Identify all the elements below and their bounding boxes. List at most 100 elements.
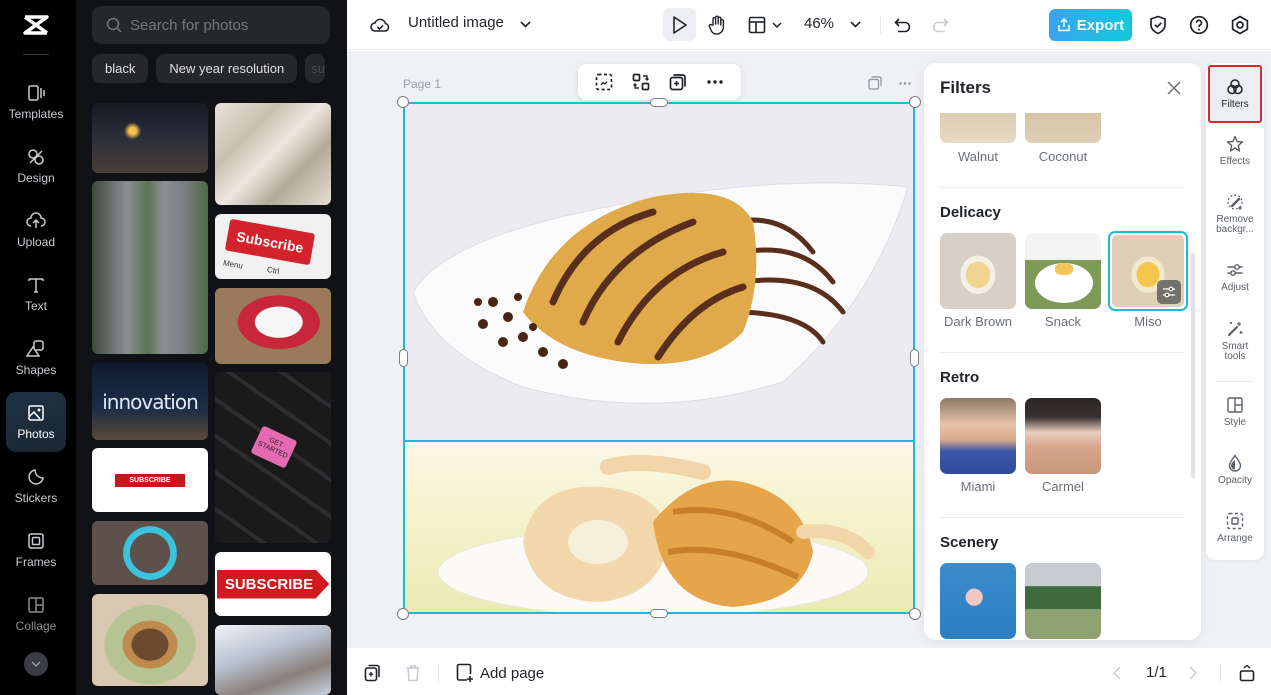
- page-more-button[interactable]: [896, 74, 914, 92]
- photos-icon: [28, 405, 44, 421]
- export-button[interactable]: Export: [1049, 9, 1132, 41]
- help-icon: [1189, 15, 1209, 35]
- photo-search-box[interactable]: [92, 6, 330, 44]
- pancake-shape: [1055, 263, 1073, 275]
- filters-scrollbar[interactable]: [1191, 253, 1195, 478]
- resize-handle-top-right[interactable]: [909, 96, 921, 108]
- duplicate-button[interactable]: [666, 70, 690, 94]
- filter-miso[interactable]: [1108, 231, 1188, 311]
- resize-handle-bottom-left[interactable]: [397, 608, 409, 620]
- bottom-bar: Add page 1/1: [347, 649, 1271, 695]
- photo-veggie-burger[interactable]: [92, 594, 208, 686]
- help-button[interactable]: [1187, 13, 1211, 37]
- photo-subscribe-key[interactable]: Subscribe Menu Ctrl: [215, 214, 331, 279]
- nav-item-stickers[interactable]: Stickers: [6, 456, 66, 516]
- document-title[interactable]: Untitled image: [408, 14, 504, 31]
- page-label: Page 1: [403, 77, 442, 91]
- close-filters-button[interactable]: [1165, 79, 1183, 97]
- replace-button[interactable]: [629, 70, 653, 94]
- photo-bruschetta[interactable]: [215, 288, 331, 364]
- zoom-level[interactable]: 46%: [804, 15, 834, 32]
- resize-handle-bottom-right[interactable]: [909, 608, 921, 620]
- nav-item-label: Photos: [17, 427, 55, 441]
- add-page-button[interactable]: Add page: [456, 661, 544, 685]
- resize-handle-bottom[interactable]: [650, 609, 668, 618]
- tool-style[interactable]: Style: [1208, 396, 1262, 428]
- crop-button[interactable]: [592, 70, 616, 94]
- redo-button[interactable]: [929, 14, 951, 36]
- more-options-button[interactable]: [703, 70, 727, 94]
- tool-arrange[interactable]: Arrange: [1208, 512, 1262, 544]
- filter-dark-brown[interactable]: [940, 233, 1016, 309]
- photo-coastal-cliffs[interactable]: [215, 625, 331, 695]
- hand-tool-button[interactable]: [705, 12, 729, 38]
- photo-subscribe-banner[interactable]: SUBSCRIBE: [92, 448, 208, 512]
- tool-label: Opacity: [1218, 475, 1252, 486]
- nav-item-text[interactable]: Text: [6, 264, 66, 324]
- chip-subscribe[interactable]: su: [305, 54, 326, 83]
- resize-handle-top[interactable]: [650, 98, 668, 107]
- nav-item-photos[interactable]: Photos: [6, 392, 66, 452]
- nav-item-frames[interactable]: Frames: [6, 520, 66, 580]
- chip-black[interactable]: black: [92, 54, 149, 83]
- settings-button[interactable]: [1228, 13, 1252, 37]
- nav-item-shapes[interactable]: Shapes: [6, 328, 66, 388]
- next-page-button[interactable]: [1185, 664, 1201, 682]
- select-tool-button[interactable]: [663, 8, 696, 41]
- section-title-delicacy: Delicacy: [940, 204, 1001, 221]
- photo-calculator[interactable]: GET STARTED: [215, 372, 331, 543]
- app-root: Templates Design Upload Text Shapes Phot…: [0, 0, 1271, 695]
- filter-scenery-hills[interactable]: [1025, 563, 1101, 639]
- previous-page-button[interactable]: [1109, 664, 1125, 682]
- photo-aerial-avenue[interactable]: [92, 181, 208, 354]
- tool-adjust[interactable]: Adjust: [1208, 261, 1262, 293]
- resize-handle-right[interactable]: [910, 349, 919, 367]
- add-page-icon: [456, 663, 473, 682]
- tool-effects[interactable]: Effects: [1208, 135, 1262, 167]
- canvas-image-pastries[interactable]: [403, 442, 915, 614]
- resize-handle-top-left[interactable]: [397, 96, 409, 108]
- photo-city-night[interactable]: [92, 103, 208, 173]
- filters-header: Filters: [924, 63, 1201, 113]
- photo-innovation[interactable]: innovation: [92, 363, 208, 440]
- photo-circle-lights[interactable]: [92, 521, 208, 585]
- filter-snack[interactable]: [1025, 233, 1101, 309]
- title-menu-button[interactable]: [517, 16, 533, 32]
- photo-text: Menu: [222, 258, 244, 271]
- tool-filters[interactable]: Filters: [1208, 65, 1262, 123]
- nav-item-templates[interactable]: Templates: [6, 72, 66, 132]
- photo-search-input[interactable]: [130, 16, 320, 34]
- page-manager-button[interactable]: [1237, 662, 1257, 684]
- tool-remove-background[interactable]: Remove backgr...: [1208, 193, 1262, 235]
- canvas-image-chocolate-croissant[interactable]: [403, 102, 915, 442]
- bottom-divider: [438, 664, 439, 682]
- app-logo-icon[interactable]: [20, 10, 52, 40]
- resize-handle-left[interactable]: [399, 349, 408, 367]
- layout-menu-button[interactable]: [745, 13, 785, 37]
- delete-page-button[interactable]: [403, 663, 423, 683]
- photo-satin[interactable]: [215, 103, 331, 205]
- tool-smart-tools[interactable]: Smart tools: [1208, 320, 1262, 362]
- filter-adjust-button[interactable]: [1157, 280, 1181, 304]
- filter-label: Miami: [960, 479, 996, 494]
- more-nav-button[interactable]: [24, 652, 48, 676]
- chip-new-year-resolution[interactable]: New year resolution: [156, 54, 298, 83]
- photo-subscribe-arrow[interactable]: SUBSCRIBE: [215, 552, 331, 616]
- filter-scenery-rose[interactable]: [940, 563, 1016, 639]
- cloud-check-icon: [370, 18, 390, 32]
- tool-opacity[interactable]: Opacity: [1208, 454, 1262, 486]
- security-button[interactable]: [1146, 13, 1170, 37]
- filter-carmel[interactable]: [1025, 398, 1101, 474]
- nav-item-upload[interactable]: Upload: [6, 200, 66, 260]
- tool-label: Arrange: [1217, 533, 1253, 544]
- duplicate-page-button[interactable]: [362, 663, 382, 683]
- filter-miami[interactable]: [940, 398, 1016, 474]
- cloud-save-button[interactable]: [369, 14, 391, 36]
- zoom-menu-button[interactable]: [847, 16, 863, 32]
- undo-button[interactable]: [892, 14, 914, 36]
- nav-item-collage[interactable]: Collage: [6, 584, 66, 644]
- tool-label: Filters: [1221, 99, 1249, 110]
- chevron-down-icon: [849, 20, 861, 28]
- page-copy-button[interactable]: [866, 74, 884, 92]
- nav-item-design[interactable]: Design: [6, 136, 66, 196]
